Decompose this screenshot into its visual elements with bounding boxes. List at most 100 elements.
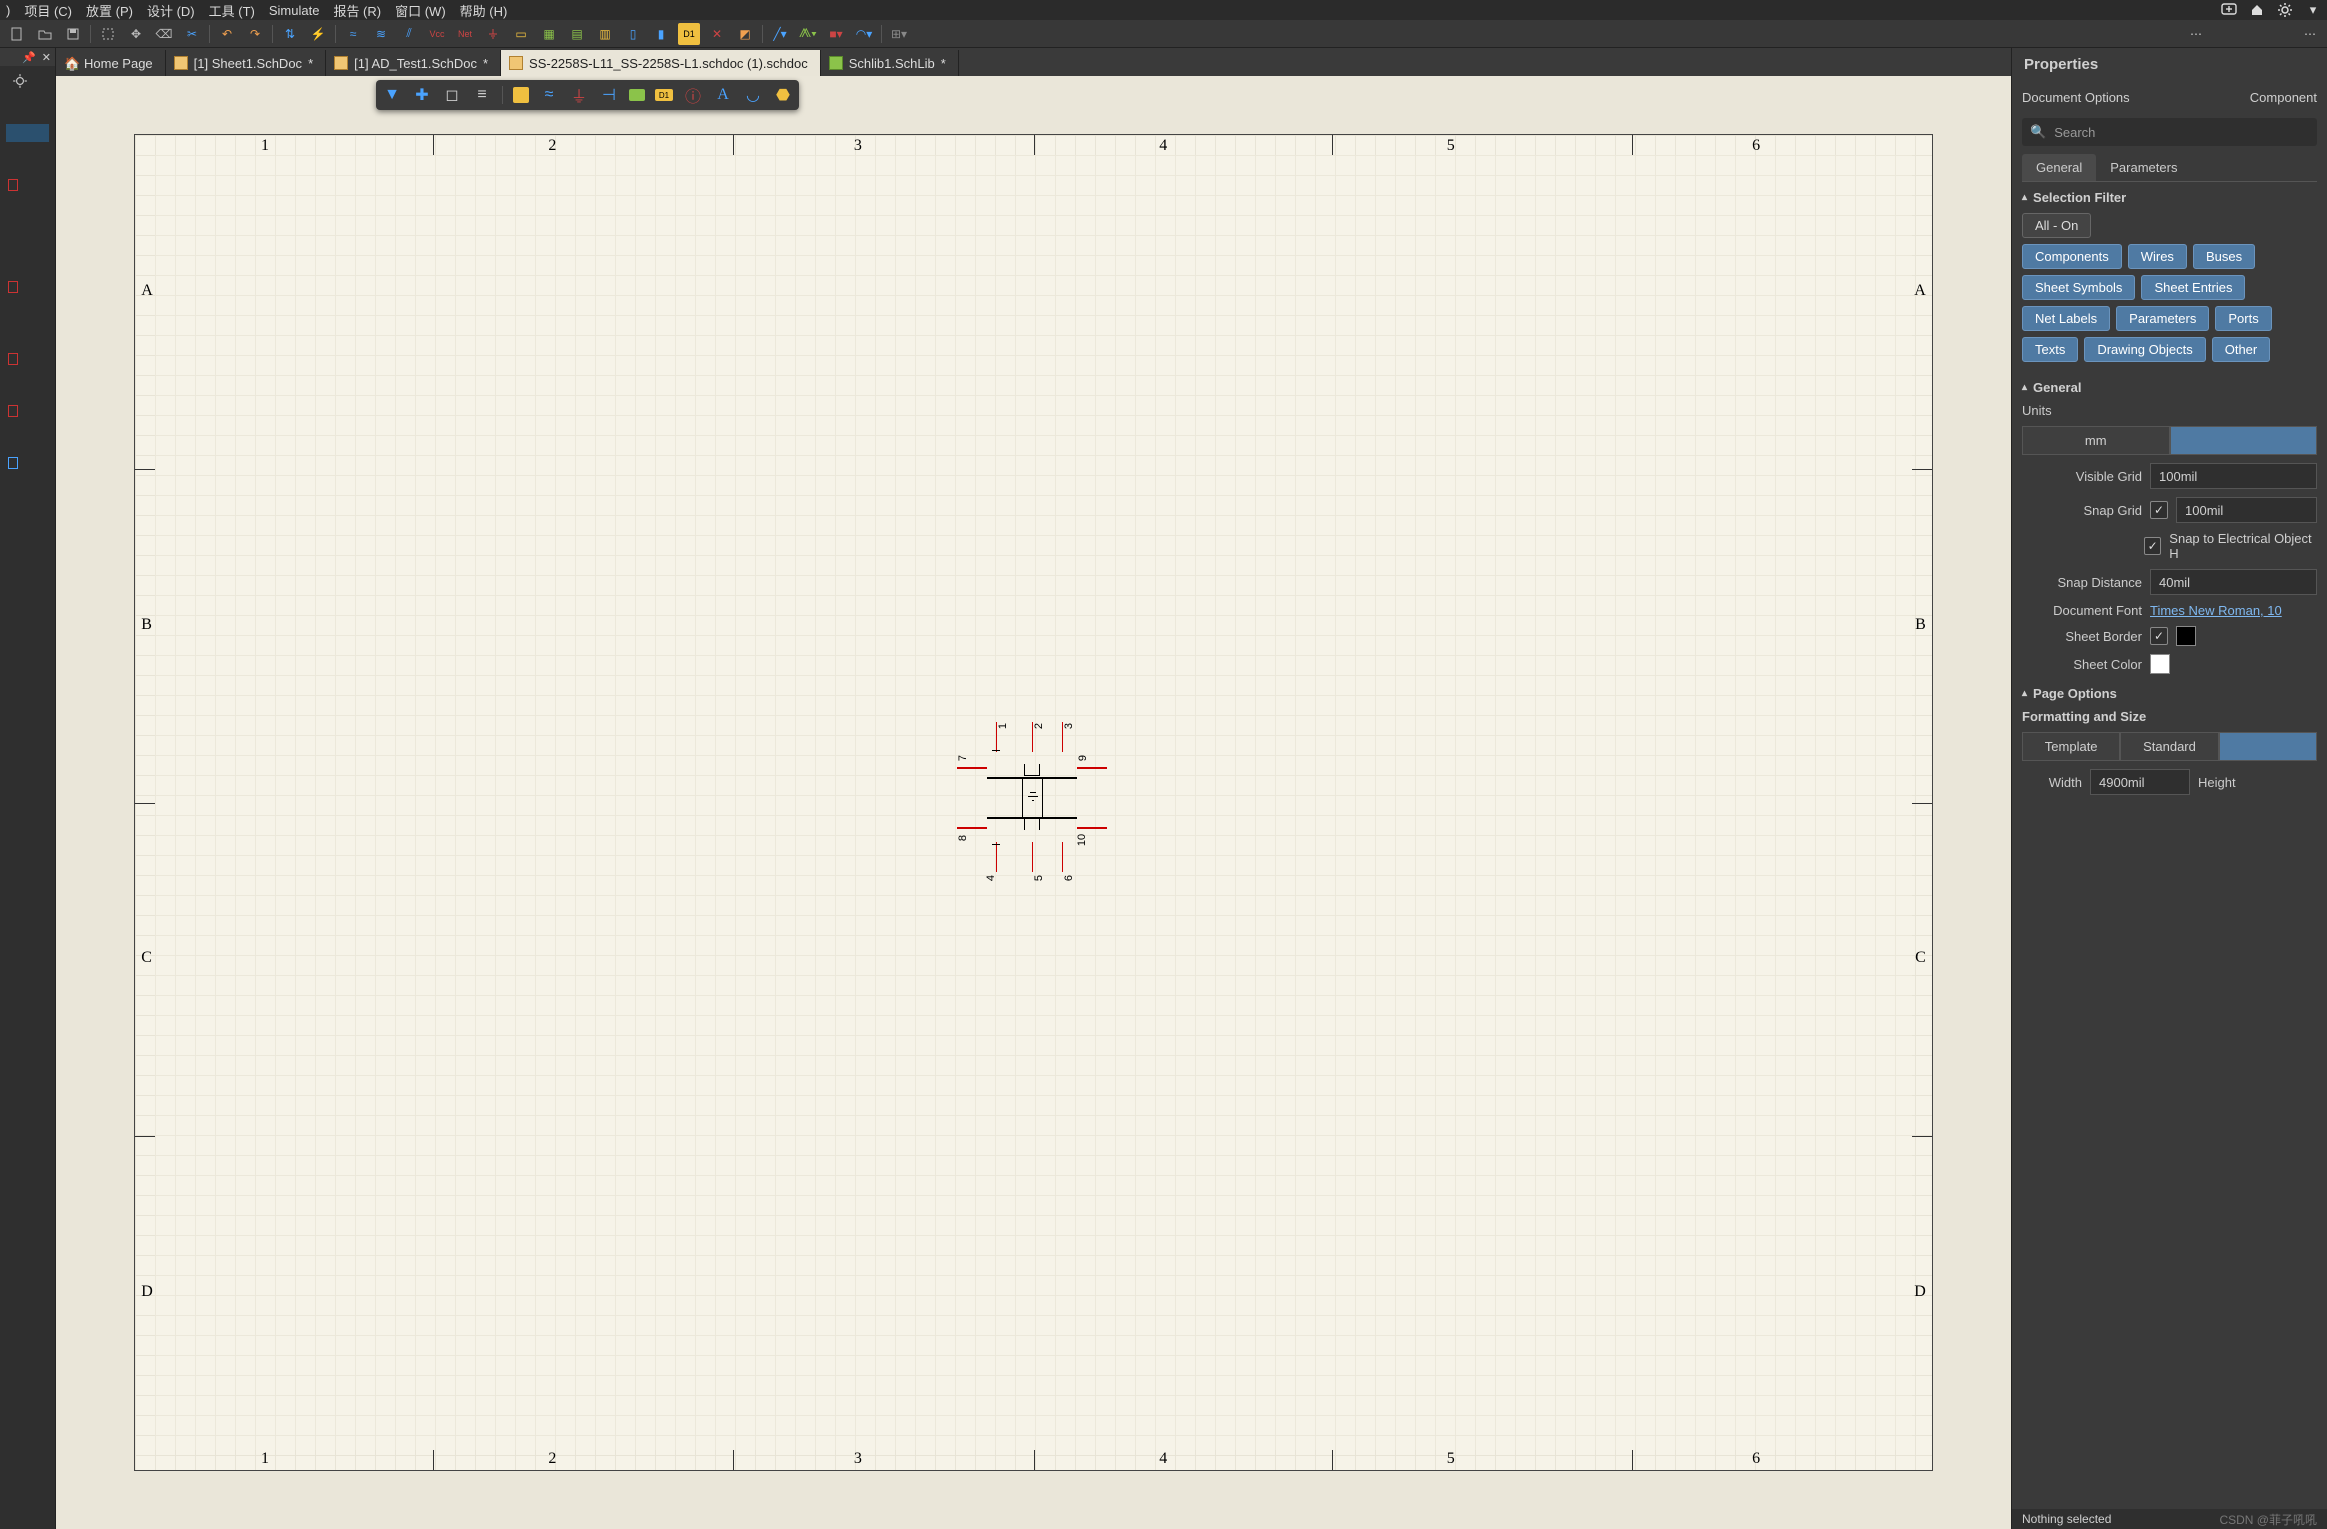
tree-item[interactable] — [6, 454, 49, 472]
tab-home[interactable]: 🏠Home Page — [56, 50, 166, 76]
section-selection-filter[interactable]: Selection Filter — [2012, 182, 2327, 213]
menu-item[interactable]: 窗口 (W) — [395, 1, 446, 20]
context-dropdown[interactable]: Component — [2250, 90, 2317, 105]
sheet-border-swatch[interactable] — [2176, 626, 2196, 646]
gear-icon[interactable] — [2277, 2, 2293, 18]
tool-rubber-icon[interactable]: ⌫ — [153, 23, 175, 45]
tool-open-icon[interactable] — [34, 23, 56, 45]
filter-ports[interactable]: Ports — [2215, 306, 2271, 331]
format-standard[interactable]: Standard — [2120, 732, 2218, 761]
tab-schlib1[interactable]: Schlib1.SchLib* — [821, 50, 959, 76]
crosshair-icon[interactable]: ✚ — [412, 85, 432, 105]
tree-item[interactable] — [6, 176, 49, 194]
width-field[interactable]: 4900mil — [2090, 769, 2190, 795]
tool-updown-icon[interactable]: ⇅ — [279, 23, 301, 45]
tool-save-icon[interactable] — [62, 23, 84, 45]
menu-item[interactable]: 帮助 (H) — [460, 1, 508, 20]
menu-item[interactable]: 设计 (D) — [147, 1, 195, 20]
tool-undo-icon[interactable]: ↶ — [216, 23, 238, 45]
menu-item[interactable]: 报告 (R) — [333, 1, 381, 20]
tree-item[interactable] — [6, 350, 49, 368]
filter-parameters[interactable]: Parameters — [2116, 306, 2209, 331]
units-mm[interactable]: mm — [2022, 426, 2170, 455]
tool-lightning-icon[interactable]: ⚡ — [307, 23, 329, 45]
tool-gnd-icon[interactable] — [482, 23, 504, 45]
chevron-down-icon[interactable]: ▾ — [2305, 2, 2321, 18]
tool-arc-icon[interactable]: ◠▾ — [853, 23, 875, 45]
poly-icon[interactable]: ⬣ — [773, 85, 793, 105]
tab-ss2258s[interactable]: SS-2258S-L11_SS-2258S-L1.schdoc (1).schd… — [501, 50, 821, 76]
tool-d1-icon[interactable]: D1 — [678, 23, 700, 45]
port2-icon[interactable]: ⊣ — [599, 85, 619, 105]
filter-sheetsymbols[interactable]: Sheet Symbols — [2022, 275, 2135, 300]
menu-item[interactable]: 项目 (C) — [24, 1, 72, 20]
tool-directive-icon[interactable]: ◩ — [734, 23, 756, 45]
notification-icon[interactable] — [2221, 2, 2237, 18]
format-custom[interactable] — [2219, 732, 2317, 761]
filter-drawingobjects[interactable]: Drawing Objects — [2084, 337, 2205, 362]
filter-icon[interactable]: ▼ — [382, 85, 402, 105]
filter-all-button[interactable]: All - On — [2022, 213, 2091, 238]
tool-netlabel-icon[interactable]: Net — [454, 23, 476, 45]
menu-item[interactable]: ) — [6, 3, 10, 18]
component-icon[interactable] — [513, 87, 529, 103]
tool-busentry-icon[interactable]: ⫽ — [398, 23, 420, 45]
units-toggle[interactable]: mm — [2022, 426, 2317, 455]
tool-new-icon[interactable] — [6, 23, 28, 45]
gear-icon[interactable] — [12, 73, 28, 89]
tool-polyline-icon[interactable]: ⨇▾ — [797, 23, 819, 45]
close-icon[interactable]: ✕ — [42, 51, 51, 64]
format-toggle[interactable]: Template Standard — [2022, 732, 2317, 761]
section-general[interactable]: General — [2012, 372, 2327, 403]
snap-elec-checkbox[interactable]: ✓ — [2144, 537, 2161, 555]
search-input[interactable]: 🔍 Search — [2022, 118, 2317, 146]
tool-sheetentry-icon[interactable]: ▤ — [566, 23, 588, 45]
tool-grid-icon[interactable]: ⊞▾ — [888, 23, 910, 45]
tool-device-icon[interactable]: ▯ — [622, 23, 644, 45]
visible-grid-field[interactable]: 100mil — [2150, 463, 2317, 489]
sheet-color-swatch[interactable] — [2150, 654, 2170, 674]
filter-other[interactable]: Other — [2212, 337, 2271, 362]
sheet2-icon[interactable] — [629, 89, 645, 101]
align-icon[interactable]: ≡ — [472, 85, 492, 105]
tool-part-icon[interactable]: ▮ — [650, 23, 672, 45]
filter-sheetentries[interactable]: Sheet Entries — [2141, 275, 2245, 300]
section-page-options[interactable]: Page Options — [2012, 678, 2327, 709]
menu-item[interactable]: Simulate — [269, 3, 320, 18]
tool-wire-icon[interactable]: ≈ — [342, 23, 364, 45]
info-icon[interactable]: ⓘ — [683, 85, 703, 105]
filter-netlabels[interactable]: Net Labels — [2022, 306, 2110, 331]
tool-select-icon[interactable] — [97, 23, 119, 45]
toolbar-overflow2-icon[interactable]: ⋯ — [2299, 23, 2321, 45]
menu-item[interactable]: 放置 (P) — [86, 1, 133, 20]
tool-rect-icon[interactable]: ■▾ — [825, 23, 847, 45]
tool-line-icon[interactable]: ╱▾ — [769, 23, 791, 45]
wire2-icon[interactable]: ≈ — [539, 85, 559, 105]
selectbox-icon[interactable]: ◻ — [442, 85, 462, 105]
tab-general[interactable]: General — [2022, 154, 2096, 181]
filter-texts[interactable]: Texts — [2022, 337, 2078, 362]
format-template[interactable]: Template — [2022, 732, 2120, 761]
d1-2-icon[interactable]: D1 — [655, 89, 673, 101]
units-mil[interactable] — [2170, 426, 2318, 455]
menu-item[interactable]: 工具 (T) — [209, 1, 255, 20]
schematic-canvas[interactable]: ▼ ✚ ◻ ≡ ≈ ⏚ ⊣ D1 ⓘ A ◡ ⬣ 1 2 3 — [56, 76, 2011, 1529]
gnd2-icon[interactable]: ⏚ — [569, 85, 589, 105]
tool-redo-icon[interactable]: ↷ — [244, 23, 266, 45]
toolbar-overflow-icon[interactable]: ⋯ — [2185, 23, 2207, 45]
snap-grid-checkbox[interactable]: ✓ — [2150, 501, 2168, 519]
tab-adtest1[interactable]: [1] AD_Test1.SchDoc* — [326, 50, 501, 76]
tool-cut-icon[interactable]: ✂ — [181, 23, 203, 45]
tool-move-icon[interactable]: ✥ — [125, 23, 147, 45]
tool-bus-icon[interactable]: ≋ — [370, 23, 392, 45]
tree-item[interactable] — [6, 124, 49, 142]
filter-wires[interactable]: Wires — [2128, 244, 2187, 269]
sheet-border-checkbox[interactable]: ✓ — [2150, 627, 2168, 645]
tab-parameters[interactable]: Parameters — [2096, 154, 2191, 181]
home-icon[interactable] — [2249, 2, 2265, 18]
tool-port-icon[interactable]: ▭ — [510, 23, 532, 45]
doc-font-link[interactable]: Times New Roman, 10 — [2150, 603, 2282, 618]
tool-noerc-icon[interactable]: ✕ — [706, 23, 728, 45]
snap-dist-field[interactable]: 40mil — [2150, 569, 2317, 595]
tool-vcc-icon[interactable]: Vcc — [426, 23, 448, 45]
